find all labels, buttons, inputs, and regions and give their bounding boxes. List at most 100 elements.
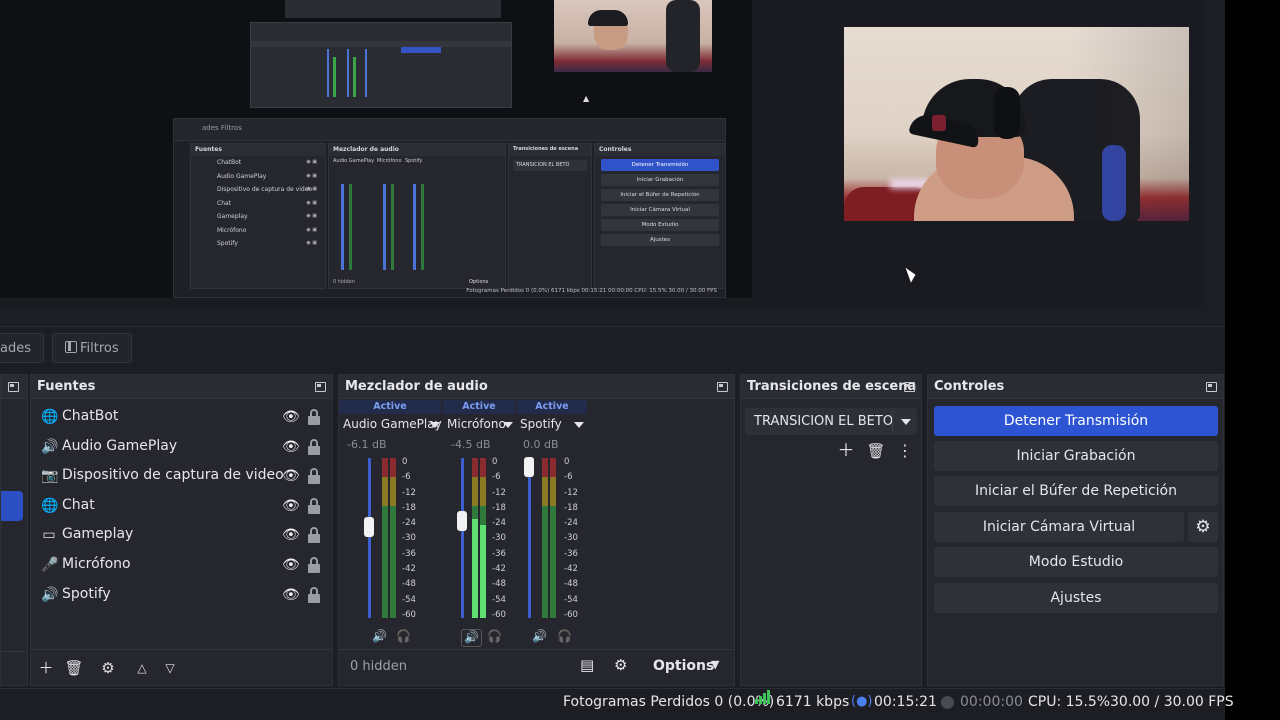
channel-active-badge: Active — [517, 400, 587, 414]
scenes-footer — [1, 651, 27, 685]
chevron-down-icon[interactable] — [901, 419, 911, 425]
mixer-channel-spotify: Active Spotify 0.0 dB 0 -6 -12 -18 -24 -… — [517, 400, 587, 652]
properties-tab[interactable]: ades — [0, 333, 44, 363]
channel-name[interactable]: Audio GamePlay — [343, 417, 442, 431]
lock-icon[interactable] — [307, 586, 321, 603]
start-replay-buffer-button[interactable]: Iniciar el Búfer de Repetición — [934, 476, 1218, 506]
tick-label: -36 — [402, 548, 416, 559]
channel-name[interactable]: Micrófono — [447, 417, 506, 431]
fader-knob[interactable] — [364, 517, 374, 537]
nested-mixer-title: Mezclador de audio — [329, 144, 505, 156]
nested-obs-mini — [250, 22, 512, 108]
options-menu-button[interactable]: Options — [653, 658, 714, 674]
move-up-icon[interactable]: △ — [132, 658, 152, 678]
undock-icon[interactable] — [717, 382, 728, 392]
visibility-eye-icon[interactable]: 👁 — [282, 409, 300, 425]
source-label: Audio GamePlay — [62, 437, 178, 454]
source-item-spotify[interactable]: 🔊 Spotify 👁 — [31, 580, 332, 610]
undock-icon[interactable] — [1206, 382, 1217, 392]
fader-knob[interactable] — [524, 457, 534, 477]
combo-separator — [892, 411, 893, 432]
channel-active-badge: Active — [443, 400, 515, 414]
delete-source-icon[interactable]: 🗑 — [64, 658, 84, 678]
preview-canvas[interactable]: ▲ ades Filtros Fuentes ChatBot Audio Gam… — [0, 0, 1205, 306]
nested-status-bar: Fotogramas Perdidos 0 (0.0%) 6171 kbps 0… — [466, 288, 717, 294]
visibility-eye-icon[interactable]: 👁 — [282, 587, 300, 603]
advanced-audio-gear-icon[interactable]: ⚙ — [614, 656, 627, 674]
tick-label: -24 — [492, 518, 506, 529]
delete-transition-icon[interactable]: 🗑 — [866, 441, 886, 461]
volume-fader[interactable] — [368, 458, 371, 618]
webcam-source — [844, 27, 1189, 221]
source-item-microphone[interactable]: 🎤 Micrófono 👁 — [31, 550, 332, 580]
monitor-headphones-icon[interactable]: 🎧 — [557, 629, 572, 647]
more-options-icon[interactable]: ⋮ — [895, 441, 915, 461]
studio-mode-button[interactable]: Modo Estudio — [934, 547, 1218, 577]
window-edge — [1225, 0, 1280, 720]
start-recording-button[interactable]: Iniciar Grabación — [934, 441, 1218, 471]
monitor-headphones-icon[interactable]: 🎧 — [487, 629, 502, 647]
cap-badge — [932, 115, 946, 131]
lock-icon[interactable] — [307, 438, 321, 455]
mixer-toolbar: 0 hidden ▤ ⚙ Options ▼ — [339, 649, 734, 685]
lock-icon[interactable] — [307, 409, 321, 425]
sources-toolbar: ＋ 🗑 ⚙ △ ▽ — [31, 649, 332, 685]
chevron-down-icon[interactable] — [574, 422, 584, 428]
visibility-eye-icon[interactable]: 👁 — [282, 439, 300, 455]
controls-dock: Controles Detener Transmisión Iniciar Gr… — [927, 374, 1224, 686]
volume-fader[interactable] — [461, 458, 464, 618]
source-item-video-capture[interactable]: 📷 Dispositivo de captura de video 👁 — [31, 461, 332, 491]
nested-display-capture: ▲ ades Filtros Fuentes ChatBot Audio Gam… — [0, 0, 752, 298]
move-down-icon[interactable]: ▽ — [160, 658, 180, 678]
obs-window: ▲ ades Filtros Fuentes ChatBot Audio Gam… — [0, 0, 1280, 720]
tick-label: -54 — [492, 594, 506, 605]
tick-label: -6 — [564, 472, 573, 483]
visibility-eye-icon[interactable]: 👁 — [282, 468, 300, 484]
add-transition-icon[interactable]: ＋ — [836, 441, 856, 461]
visibility-eye-icon[interactable]: 👁 — [282, 527, 300, 543]
filters-tab[interactable]: Filtros — [52, 333, 132, 363]
source-item-gameplay[interactable]: ▭ Gameplay 👁 — [31, 520, 332, 550]
fader-knob[interactable] — [457, 511, 467, 531]
source-label: Micrófono — [62, 555, 131, 572]
selected-scene[interactable] — [1, 491, 23, 521]
mute-speaker-icon[interactable]: 🔊 — [461, 629, 482, 647]
channel-name[interactable]: Spotify — [520, 417, 562, 431]
nested-chair — [666, 0, 700, 72]
mute-speaker-icon[interactable]: 🔊 — [372, 629, 387, 647]
mute-speaker-icon[interactable]: 🔊 — [532, 629, 547, 647]
tick-label: -48 — [564, 579, 578, 590]
visibility-eye-icon[interactable]: 👁 — [282, 557, 300, 573]
source-item-chat[interactable]: 🌐 Chat 👁 — [31, 491, 332, 521]
visibility-eye-icon[interactable]: 👁 — [282, 498, 300, 514]
mixer-header: Mezclador de audio — [339, 375, 734, 399]
undock-icon[interactable] — [904, 382, 915, 392]
stop-streaming-button[interactable]: Detener Transmisión — [934, 406, 1218, 436]
nested-obs-panels: ades Filtros Fuentes ChatBot Audio GameP… — [173, 118, 726, 298]
lock-icon[interactable] — [307, 497, 321, 514]
layout-toggle-icon[interactable]: ▤ — [580, 656, 594, 674]
virtual-camera-gear-icon[interactable]: ⚙ — [1188, 512, 1218, 542]
undock-icon[interactable] — [315, 382, 326, 392]
add-source-icon[interactable]: ＋ — [36, 658, 56, 678]
monitor-headphones-icon[interactable]: 🎧 — [396, 629, 411, 647]
lock-icon[interactable] — [307, 527, 321, 544]
source-item-audio-gameplay[interactable]: 🔊 Audio GamePlay 👁 — [31, 432, 332, 462]
nested-source: Spotify — [191, 237, 325, 251]
source-item-chatbot[interactable]: 🌐 ChatBot 👁 — [31, 402, 332, 432]
source-properties-gear-icon[interactable]: ⚙ — [98, 658, 118, 678]
lock-icon[interactable] — [307, 468, 321, 485]
tick-label: -6 — [402, 472, 411, 483]
start-virtual-camera-button[interactable]: Iniciar Cámara Virtual — [934, 512, 1184, 542]
chevron-down-icon[interactable] — [503, 422, 513, 428]
undock-icon[interactable] — [8, 382, 19, 392]
transition-select[interactable]: TRANSICION EL BETO — [745, 408, 917, 435]
chevron-down-icon[interactable]: ▼ — [711, 658, 719, 671]
tick-label: 0 — [402, 457, 408, 467]
settings-button[interactable]: Ajustes — [934, 583, 1218, 613]
lock-icon[interactable] — [307, 556, 321, 573]
dropped-frames: Fotogramas Perdidos 0 (0.0%) — [563, 694, 775, 710]
volume-fader[interactable] — [528, 458, 531, 618]
tick-label: -54 — [564, 594, 578, 605]
chevron-down-icon[interactable] — [430, 422, 440, 428]
